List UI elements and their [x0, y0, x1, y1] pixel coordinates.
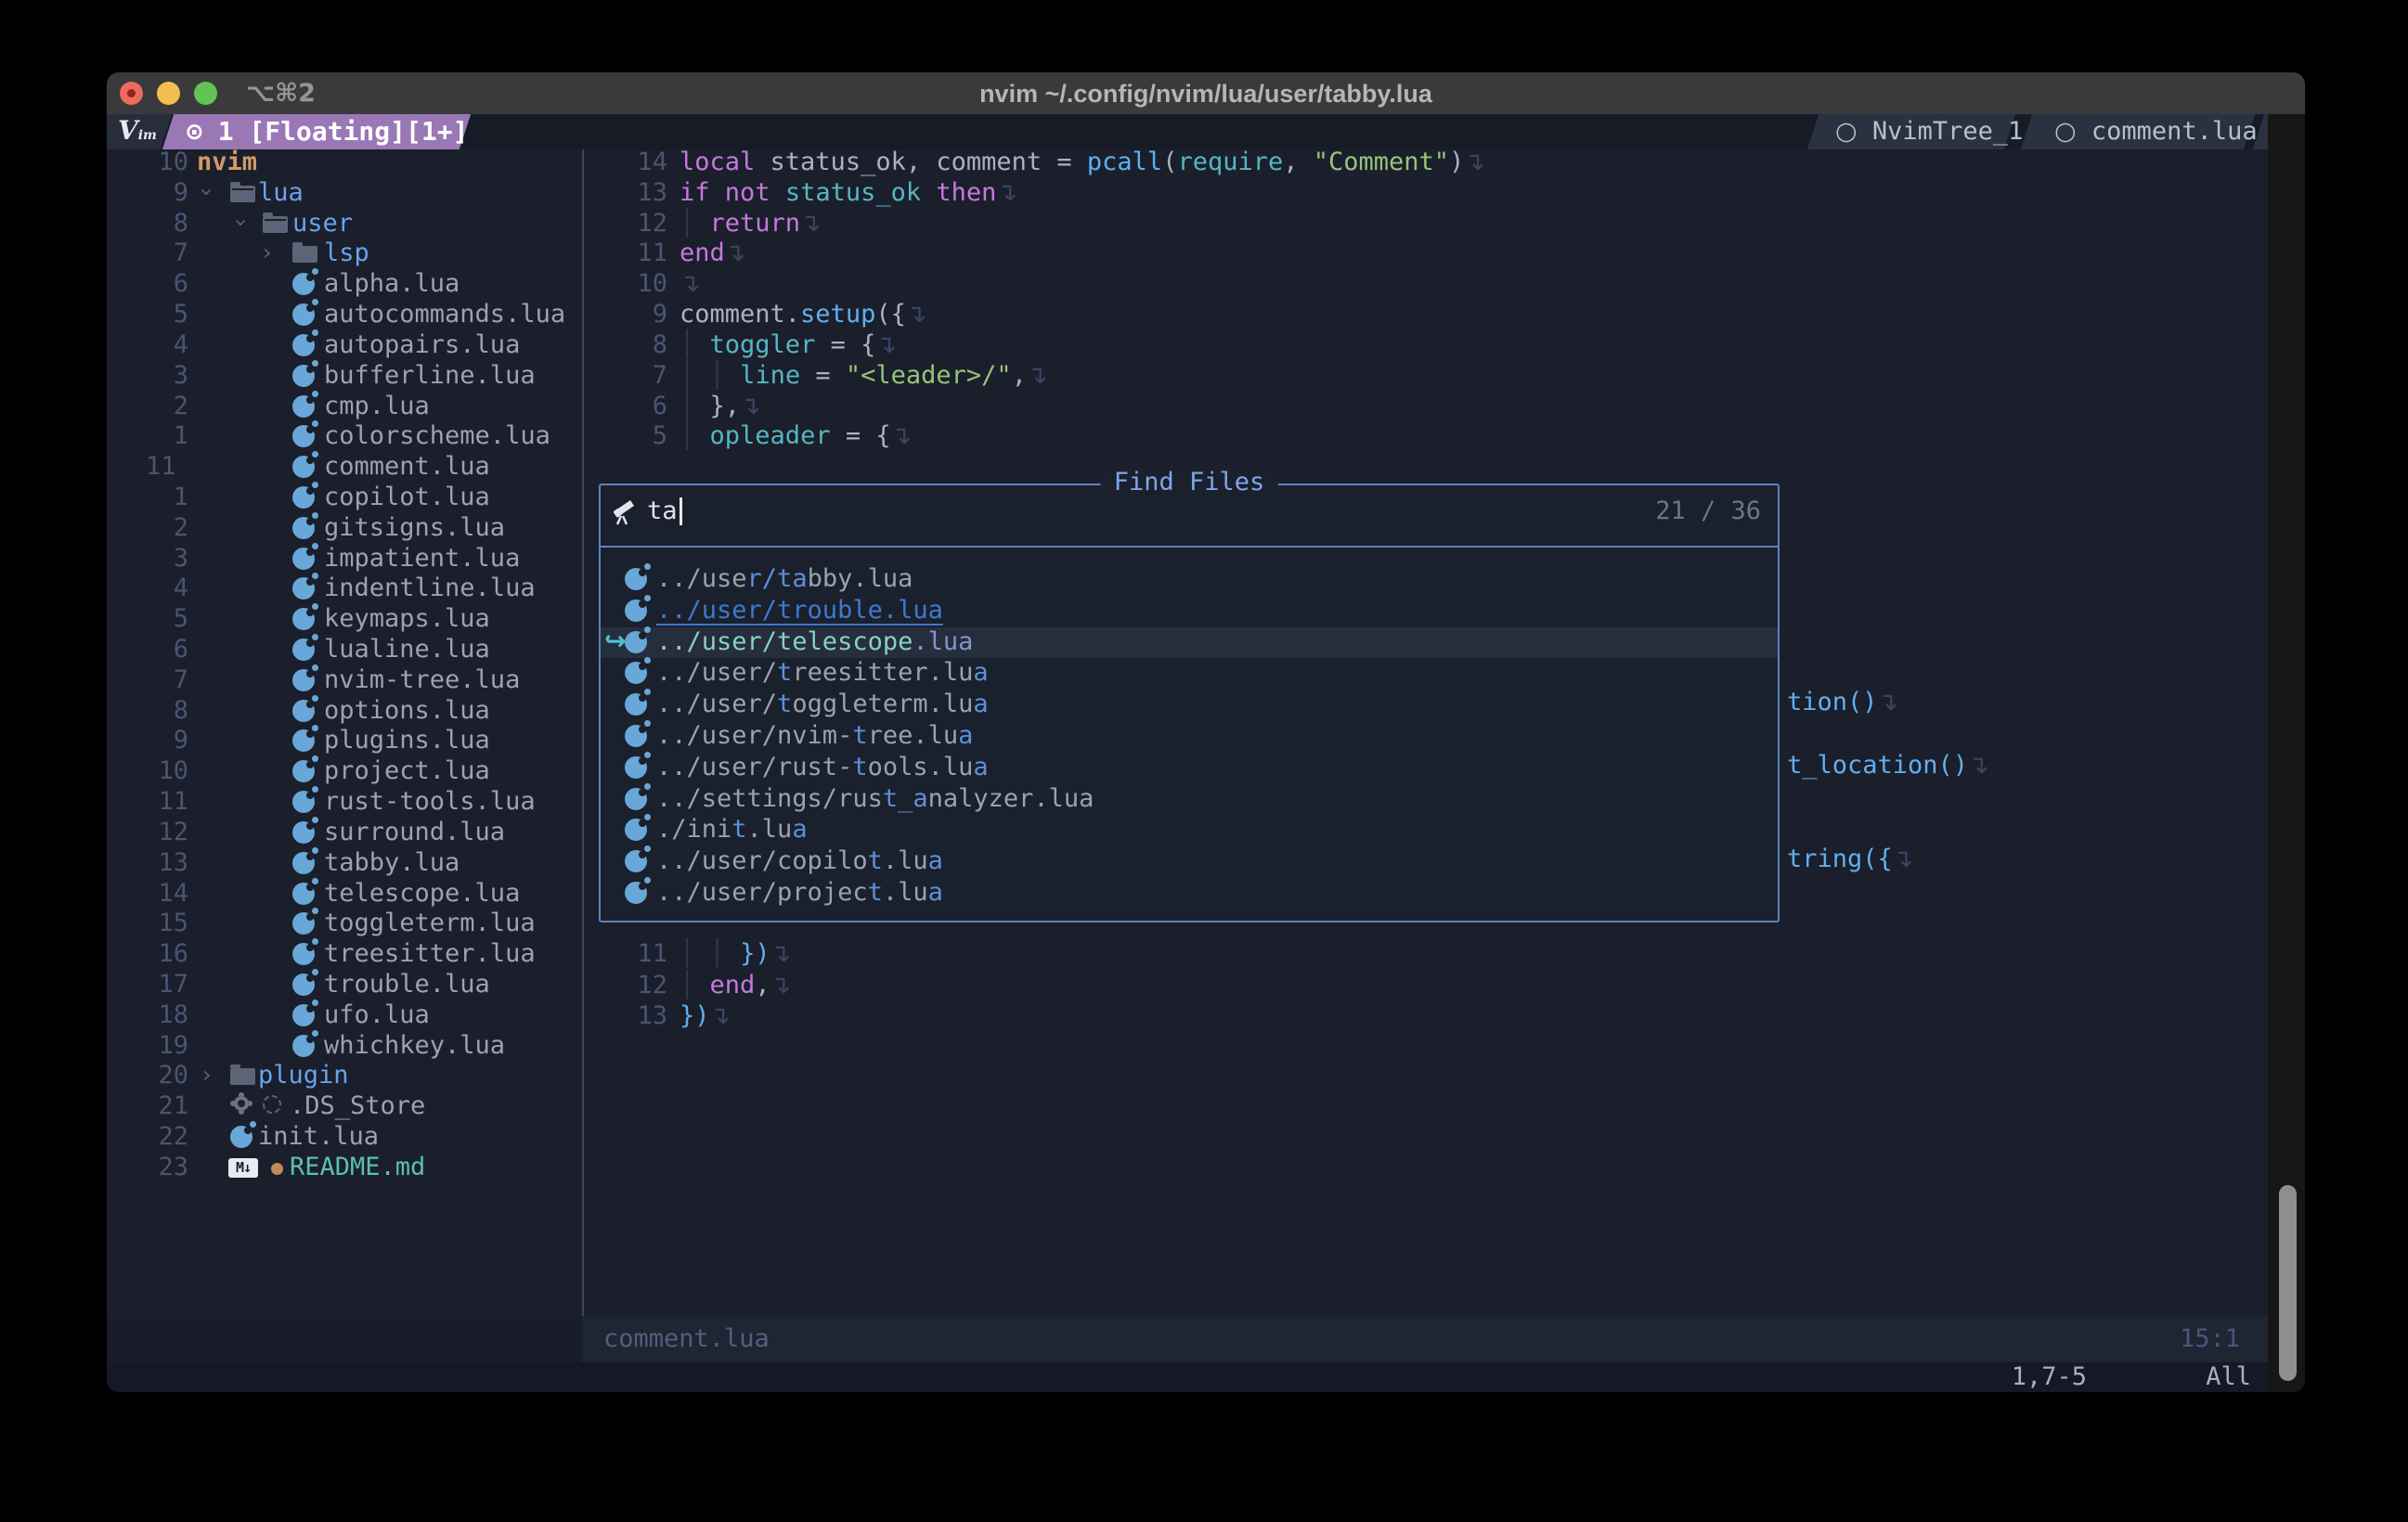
result-item[interactable]: ../user/rust-tools.lua: [601, 753, 1778, 784]
tree-row[interactable]: 7nvim-tree.lua: [107, 665, 582, 696]
terminal-window: ⌥⌘2 nvim ~/.config/nvim/lua/user/tabby.l…: [107, 72, 2305, 1392]
tab-nvimtree-label: ○ NvimTree_1: [1835, 117, 2023, 146]
result-item[interactable]: ../user/toggleterm.lua: [601, 690, 1778, 721]
prompt-separator: [601, 546, 1778, 548]
code-fragment: tion()↴: [1787, 688, 1898, 716]
statusline: comment.lua 15:1: [107, 1316, 2268, 1362]
text-cursor: [680, 497, 682, 525]
command-line: 1,7-5 All: [107, 1362, 2268, 1392]
tree-row[interactable]: 4indentline.lua: [107, 574, 582, 604]
tree-row[interactable]: 19whichkey.lua: [107, 1031, 582, 1062]
tree-row[interactable]: 6lualine.lua: [107, 635, 582, 665]
code-line[interactable]: 9comment.setup({↴: [582, 300, 2268, 330]
result-item[interactable]: ../user/treesitter.lua: [601, 658, 1778, 690]
code-line[interactable]: 8│ toggler = {↴: [582, 330, 2268, 361]
code-fragment: tring({↴: [1787, 845, 1913, 873]
tree-row[interactable]: 21.DS_Store: [107, 1091, 582, 1122]
tree-row[interactable]: 23M↓README.md: [107, 1153, 582, 1183]
tree-row[interactable]: 22init.lua: [107, 1122, 582, 1153]
tree-row[interactable]: 1copilot.lua: [107, 483, 582, 513]
tab-floating-label: ⊙ 1 [Floating][1+]: [187, 116, 468, 147]
scrollbar[interactable]: [2279, 1185, 2297, 1381]
code-line[interactable]: 14local status_ok, comment = pcall(requi…: [582, 148, 2268, 178]
tree-row[interactable]: 8›user: [107, 209, 582, 239]
popup-title: Find Files: [1101, 468, 1278, 497]
result-item[interactable]: ../user/nvim-tree.lua: [601, 721, 1778, 753]
tree-row[interactable]: 5autocommands.lua: [107, 300, 582, 330]
vim-logo-icon: Vim: [118, 115, 157, 146]
tree-row[interactable]: 15toggleterm.lua: [107, 909, 582, 939]
search-input[interactable]: ta 21 / 36: [601, 497, 1778, 530]
result-item-selected[interactable]: ↪../user/telescope.lua: [601, 627, 1778, 659]
ruler-position: 1,7-5: [2012, 1362, 2087, 1391]
code-line[interactable]: 13if not status_ok then↴: [582, 178, 2268, 209]
result-item[interactable]: ../user/trouble.lua: [601, 596, 1778, 627]
tree-row[interactable]: 20›plugin: [107, 1061, 582, 1091]
code-line[interactable]: 10↴: [582, 269, 2268, 300]
tree-row[interactable]: 8options.lua: [107, 696, 582, 727]
tree-row[interactable]: 5keymaps.lua: [107, 604, 582, 635]
code-line[interactable]: 5│ opleader = {↴: [582, 421, 2268, 452]
tree-row[interactable]: 14telescope.lua: [107, 879, 582, 909]
code-line[interactable]: 13})↴: [107, 1001, 2268, 1032]
statusline-filename: comment.lua: [603, 1324, 770, 1353]
tree-row[interactable]: 10project.lua: [107, 756, 582, 787]
code-fragment: t_location()↴: [1787, 751, 1989, 780]
scroll-indicator: All: [2206, 1362, 2251, 1391]
tree-row[interactable]: 3bufferline.lua: [107, 361, 582, 392]
result-item[interactable]: ../settings/rust_analyzer.lua: [601, 784, 1778, 816]
tree-row[interactable]: 10nvim: [107, 148, 582, 178]
statusline-tree-segment: [107, 1316, 582, 1362]
tree-row[interactable]: 6alpha.lua: [107, 269, 582, 300]
tree-row[interactable]: 2cmp.lua: [107, 392, 582, 422]
code-line[interactable]: 6│ },↴: [582, 392, 2268, 422]
code-line[interactable]: 7│ │ line = "<leader>/",↴: [582, 361, 2268, 392]
tree-row[interactable]: 7›lsp: [107, 239, 582, 269]
code-line[interactable]: 11│ │ })↴: [107, 939, 2268, 970]
code-line[interactable]: 12│ return↴: [582, 209, 2268, 239]
tree-row[interactable]: 11comment.lua: [107, 452, 582, 483]
result-item[interactable]: ../user/tabby.lua: [601, 564, 1778, 596]
tree-row[interactable]: 11rust-tools.lua: [107, 787, 582, 818]
tree-row[interactable]: 9plugins.lua: [107, 726, 582, 756]
code-line[interactable]: 12│ end,↴: [107, 971, 2268, 1001]
tree-row[interactable]: 12surround.lua: [107, 818, 582, 848]
result-item[interactable]: ./init.lua: [601, 815, 1778, 846]
search-query: ta: [647, 497, 678, 525]
editor-pane[interactable]: 14local status_ok, comment = pcall(requi…: [582, 148, 2268, 452]
telescope-icon: [614, 499, 640, 525]
tree-row[interactable]: 13tabby.lua: [107, 848, 582, 879]
tree-row[interactable]: 4autopairs.lua: [107, 330, 582, 361]
results-list: ../user/tabby.lua../user/trouble.lua↪../…: [601, 564, 1778, 909]
result-counter: 21 / 36: [1655, 497, 1761, 525]
titlebar[interactable]: ⌥⌘2 nvim ~/.config/nvim/lua/user/tabby.l…: [107, 72, 2305, 114]
code-line[interactable]: 11end↴: [582, 239, 2268, 269]
result-item[interactable]: ../user/project.lua: [601, 878, 1778, 909]
tab-comment-label: ○ comment.lua: [2054, 117, 2258, 146]
window-title: nvim ~/.config/nvim/lua/user/tabby.lua: [107, 80, 2305, 109]
tabline: Vim ⊙ 1 [Floating][1+] ○ NvimTree_1 ○ co…: [107, 114, 2268, 149]
statusline-position: 15:1: [2180, 1324, 2240, 1353]
tree-row[interactable]: 3impatient.lua: [107, 544, 582, 574]
result-item[interactable]: ../user/copilot.lua: [601, 846, 1778, 878]
tree-row[interactable]: 2gitsigns.lua: [107, 513, 582, 544]
tree-row[interactable]: 1colorscheme.lua: [107, 421, 582, 452]
find-files-popup: Find Files ta 21 / 36 ../user/tabby.lua.…: [599, 484, 1780, 922]
tree-row[interactable]: 9›lua: [107, 178, 582, 209]
